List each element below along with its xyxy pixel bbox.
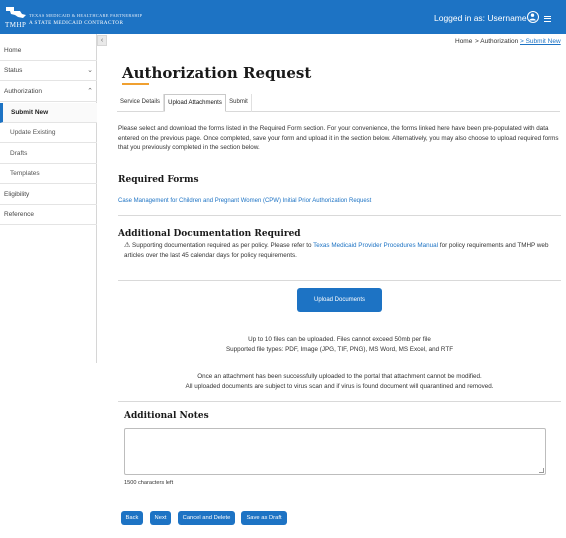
sidebar-item-label: Authorization <box>4 88 42 95</box>
procedures-manual-link[interactable]: Texas Medicaid Provider Procedures Manua… <box>313 242 438 249</box>
tab-service-details[interactable]: Service Details <box>117 94 164 112</box>
characters-left-counter: 1500 characters left <box>124 480 174 486</box>
upload-note-line1: Once an attachment has been successfully… <box>197 373 482 380</box>
sidebar-item-submit-new[interactable]: Submit New <box>0 103 97 123</box>
upload-limit-text: Up to 10 files can be uploaded. Files ca… <box>248 336 431 343</box>
sidebar-item-home[interactable]: Home <box>0 41 97 61</box>
tab-upload-attachments[interactable]: Upload Attachments <box>164 94 226 112</box>
user-avatar-icon[interactable] <box>527 11 539 23</box>
sidebar-item-label: Eligibility <box>4 191 30 198</box>
cpw-form-link[interactable]: Case Management for Children and Pregnan… <box>118 198 371 204</box>
sidebar-item-label: Status <box>4 67 23 74</box>
chevron-up-icon: ⌃ <box>87 88 93 95</box>
warning-icon: ⚠ <box>124 242 131 249</box>
sidebar-item-update-existing[interactable]: Update Existing <box>0 123 97 143</box>
sidebar-item-label: Drafts <box>10 150 28 157</box>
sidebar-item-label: Submit New <box>11 109 49 116</box>
required-forms-heading: Required Forms <box>118 175 199 185</box>
save-as-draft-button[interactable]: Save as Draft <box>241 511 287 525</box>
logo-text: TMHP <box>5 21 27 29</box>
additional-docs-heading: Additional Documentation Required <box>118 229 301 239</box>
divider <box>118 401 561 402</box>
tab-bar: Service Details Upload Attachments Submi… <box>117 94 560 112</box>
next-button[interactable]: Next <box>150 511 171 525</box>
tab-submit[interactable]: Submit <box>226 94 252 112</box>
additional-docs-text-before: Supporting documentation required as per… <box>132 242 314 249</box>
breadcrumb-authorization[interactable]: > Authorization <box>475 38 518 45</box>
additional-notes-textarea[interactable] <box>124 428 546 475</box>
page-title: Authorization Request <box>122 64 312 82</box>
sidebar-item-drafts[interactable]: Drafts <box>0 144 97 164</box>
sidebar-item-label: Reference <box>4 211 34 218</box>
upload-note-line2: All uploaded documents are subject to vi… <box>185 383 494 390</box>
collapse-sidebar-button[interactable]: ‹ <box>97 35 107 46</box>
user-label: Logged in as: Username <box>434 13 527 23</box>
sidebar-item-label: Templates <box>10 170 40 177</box>
sidebar-item-eligibility[interactable]: Eligibility <box>0 185 97 205</box>
sidebar-item-authorization[interactable]: Authorization ⌃ <box>0 82 97 102</box>
breadcrumb-submit-new[interactable]: > Submit New <box>520 38 561 45</box>
sidebar-item-templates[interactable]: Templates <box>0 164 97 184</box>
additional-docs-text: ⚠ Supporting documentation required as p… <box>124 241 562 260</box>
brand-tagline: A STATE MEDICAID CONTRACTOR <box>29 20 124 26</box>
intro-text: Please select and download the forms lis… <box>118 125 559 151</box>
sidebar-item-status[interactable]: Status ⌄ <box>0 61 97 81</box>
resize-handle-icon[interactable] <box>539 468 544 473</box>
upload-documents-button[interactable]: Upload Documents <box>297 288 382 312</box>
breadcrumb-home[interactable]: Home <box>455 38 472 45</box>
chevron-down-icon: ⌄ <box>87 67 93 74</box>
texas-logo-icon <box>6 7 26 18</box>
divider <box>118 280 561 281</box>
upload-types-text: Supported file types: PDF, Image (JPG, T… <box>225 346 454 353</box>
title-accent <box>122 83 149 85</box>
back-button[interactable]: Back <box>121 511 143 525</box>
hamburger-menu-icon[interactable] <box>544 16 551 22</box>
cancel-and-delete-button[interactable]: Cancel and Delete <box>178 511 235 525</box>
top-header: TMHP TEXAS MEDICAID & HEALTHCARE PARTNER… <box>0 0 566 34</box>
sidebar-item-label: Home <box>4 47 22 54</box>
sidebar-item-reference[interactable]: Reference <box>0 205 97 225</box>
additional-notes-heading: Additional Notes <box>124 411 209 421</box>
brand-name: TEXAS MEDICAID & HEALTHCARE PARTNERSHIP <box>29 13 143 18</box>
divider <box>118 215 561 216</box>
sidebar-item-label: Update Existing <box>10 129 56 136</box>
